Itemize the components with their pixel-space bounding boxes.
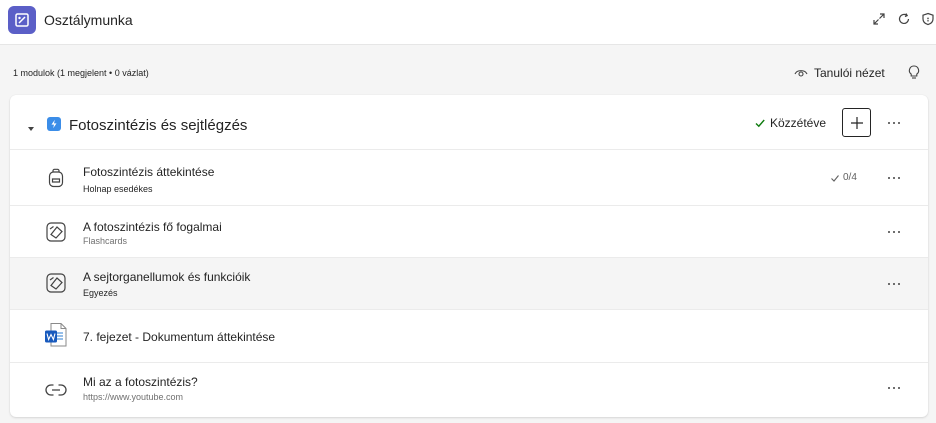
module-title[interactable]: Fotoszintézis és sejtlégzés [69,117,247,134]
app-header: Osztálymunka [0,0,936,45]
check-icon [755,119,765,128]
collapse-caret-icon[interactable] [27,120,35,131]
check-icon [831,174,839,182]
backpack-icon [44,166,68,190]
item-title: A sejtorganellumok és funkcióik [83,270,251,284]
refresh-icon[interactable] [896,11,912,27]
module-card: Fotoszintézis és sejtlégzés Közzétéve Fo… [10,95,928,417]
expand-icon[interactable] [871,11,887,27]
item-more-icon[interactable] [886,380,902,396]
module-bolt-icon [47,117,61,131]
list-item[interactable]: A sejtorganellumok és funkcióik Egyezés [10,258,928,310]
shield-icon[interactable] [920,11,936,27]
app-title: Osztálymunka [44,12,133,28]
submission-count: 0/4 [830,172,857,183]
word-document-icon [44,323,68,347]
item-more-icon[interactable] [886,224,902,240]
student-view-button[interactable]: Tanulói nézet [794,63,885,83]
flashcards-icon [44,271,68,295]
add-item-button[interactable] [842,108,871,137]
module-summary: 1 modulok (1 megjelent • 0 vázlat) [13,68,149,78]
item-subtitle[interactable]: https://www.youtube.com [83,392,183,402]
list-item[interactable]: 7. fejezet - Dokumentum áttekintése [10,310,928,363]
item-title: 7. fejezet - Dokumentum áttekintése [83,330,276,344]
count-value: 0/4 [843,172,857,183]
eye-icon [794,70,808,77]
module-more-icon[interactable] [886,115,902,131]
flashcards-icon [44,220,68,244]
item-title: A fotoszintézis fő fogalmai [83,220,222,234]
list-item[interactable]: Mi az a fotoszintézis? https://www.youtu… [10,363,928,417]
list-item[interactable]: Fotoszintézis áttekintése Holnap esedéke… [10,150,928,206]
student-view-label: Tanulói nézet [814,66,885,80]
list-item[interactable]: A fotoszintézis fő fogalmai Flashcards [10,206,928,258]
link-icon [44,378,68,402]
item-subtitle: Flashcards [83,236,128,246]
item-title: Fotoszintézis áttekintése [83,165,215,179]
app-logo-icon [8,6,36,34]
published-label: Közzétéve [770,116,827,130]
module-header: Fotoszintézis és sejtlégzés Közzétéve [10,95,928,150]
lightbulb-icon[interactable] [906,64,922,80]
plus-icon [850,116,863,129]
item-subtitle: Holnap esedékes [83,184,153,194]
item-subtitle: Egyezés [83,288,118,298]
item-more-icon[interactable] [886,170,902,186]
item-more-icon[interactable] [886,276,902,292]
published-status[interactable]: Közzétéve [754,116,826,130]
item-title: Mi az a fotoszintézis? [83,375,198,389]
